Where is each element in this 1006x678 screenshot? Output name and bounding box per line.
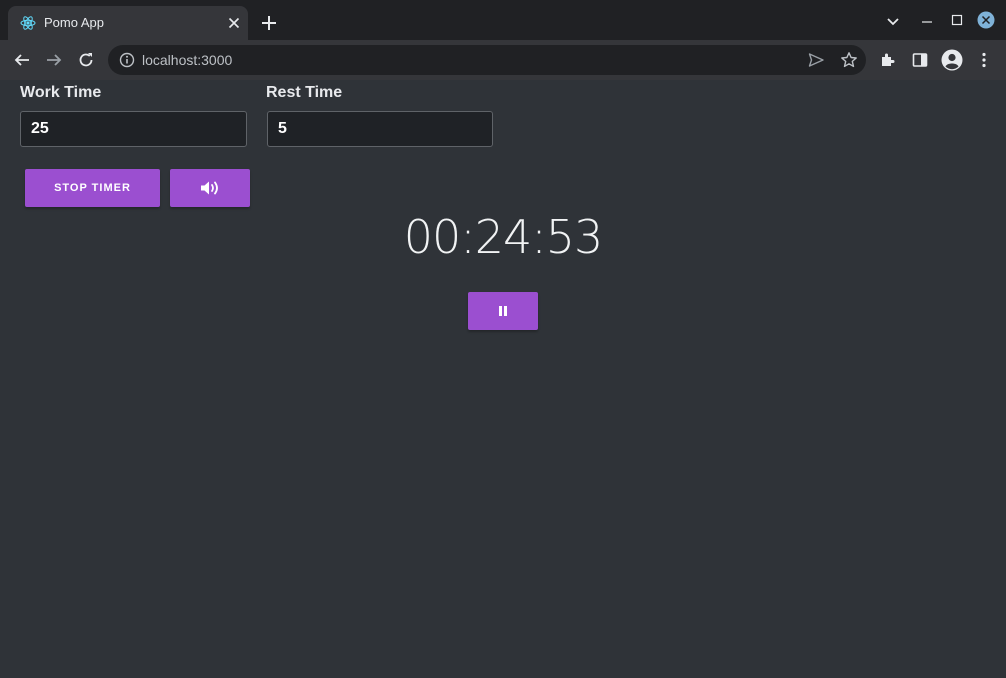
rest-time-label: Rest Time bbox=[266, 84, 343, 101]
bookmark-star-icon[interactable] bbox=[840, 51, 858, 69]
tab-title: Pomo App bbox=[44, 15, 104, 30]
rest-time-input[interactable] bbox=[267, 111, 493, 147]
work-time-input[interactable] bbox=[20, 111, 247, 147]
close-window-icon[interactable] bbox=[977, 11, 995, 29]
menu-kebab-icon[interactable] bbox=[975, 51, 993, 69]
url-text[interactable]: localhost:3000 bbox=[142, 52, 232, 68]
pause-icon bbox=[499, 306, 507, 316]
forward-arrow-icon[interactable] bbox=[45, 51, 63, 69]
work-time-label: Work Time bbox=[20, 84, 102, 101]
stop-timer-label: STOP TIMER bbox=[54, 182, 131, 194]
sound-toggle-button[interactable] bbox=[170, 169, 250, 207]
site-info-icon[interactable] bbox=[119, 52, 135, 68]
browser-tab[interactable]: Pomo App bbox=[8, 6, 248, 40]
side-panel-icon[interactable] bbox=[911, 51, 929, 69]
back-arrow-icon[interactable] bbox=[13, 51, 31, 69]
react-logo-icon bbox=[20, 16, 36, 30]
new-tab-icon[interactable] bbox=[259, 13, 279, 33]
extensions-puzzle-icon[interactable] bbox=[879, 51, 897, 69]
pause-button[interactable] bbox=[468, 292, 538, 330]
stop-timer-button[interactable]: STOP TIMER bbox=[25, 169, 160, 207]
reload-icon[interactable] bbox=[77, 51, 95, 69]
browser-tab-strip: Pomo App bbox=[0, 0, 1006, 40]
timer-display: 00:24:53 bbox=[403, 210, 604, 264]
close-tab-icon[interactable] bbox=[226, 15, 242, 31]
address-bar[interactable]: localhost:3000 bbox=[108, 45, 866, 75]
send-icon[interactable] bbox=[808, 52, 824, 68]
minimize-icon[interactable] bbox=[918, 12, 936, 30]
profile-avatar-icon[interactable] bbox=[941, 49, 963, 71]
volume-up-icon bbox=[201, 181, 218, 195]
tab-search-chevron-icon[interactable] bbox=[884, 12, 902, 30]
maximize-icon[interactable] bbox=[948, 11, 966, 29]
